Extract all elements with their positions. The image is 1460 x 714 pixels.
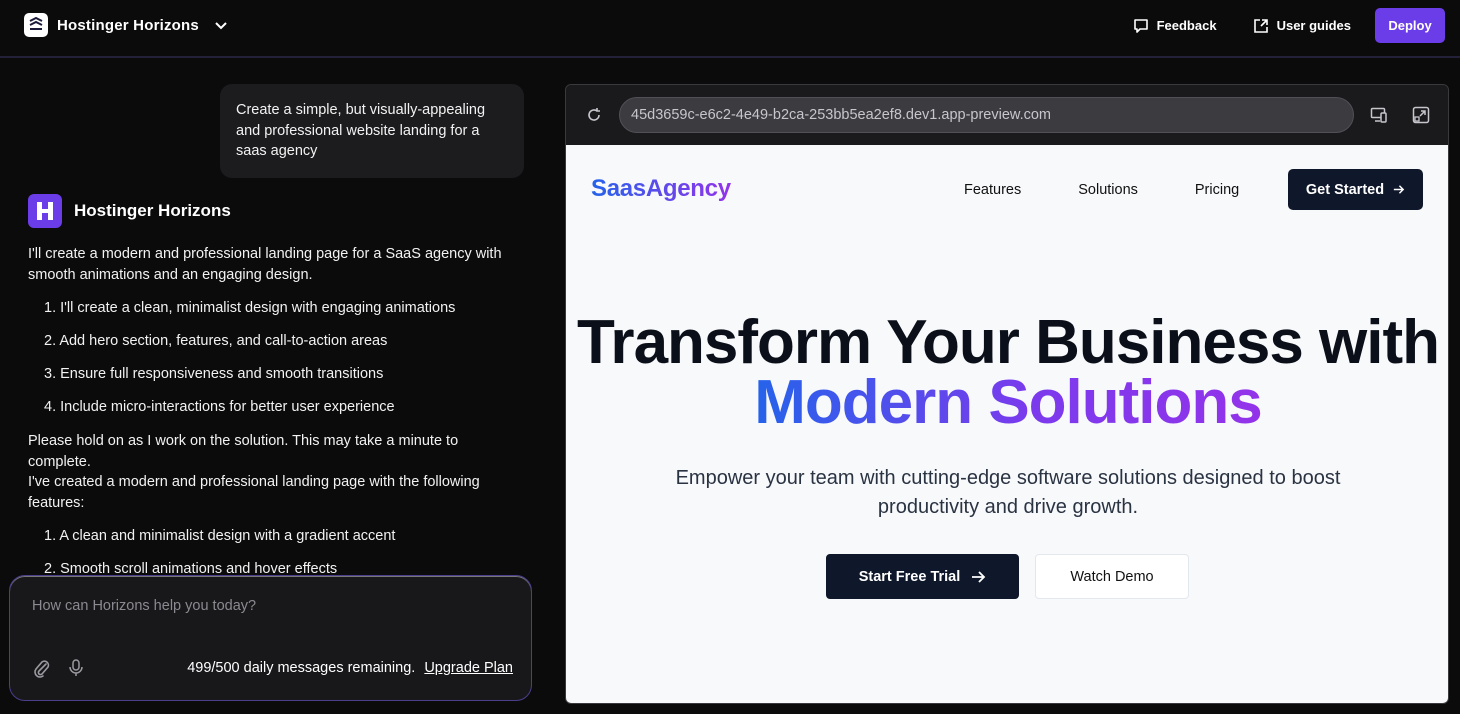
get-started-button[interactable]: Get Started [1288, 169, 1423, 210]
microphone-icon[interactable] [68, 658, 84, 678]
deploy-button[interactable]: Deploy [1375, 8, 1445, 43]
preview-url-field[interactable]: 45d3659c-e6c2-4e49-b2ca-253bb5ea2ef8.dev… [619, 97, 1354, 133]
chevron-down-icon [215, 22, 227, 30]
quota-text: 499/500 daily messages remaining. [187, 660, 416, 676]
site-preview: SaasAgency Features Solutions Pricing Ge… [566, 145, 1448, 703]
app-name: Hostinger Horizons [57, 16, 199, 34]
plan-list: 1. I'll create a clean, minimalist desig… [28, 298, 508, 430]
top-bar: Hostinger Horizons Feedback User guides … [0, 0, 1460, 58]
get-started-label: Get Started [1305, 181, 1385, 198]
list-item: 4. Include micro-interactions for better… [44, 399, 395, 415]
user-message: Create a simple, but visually-appealing … [220, 84, 524, 178]
workspace-switcher[interactable]: Hostinger Horizons [24, 13, 228, 37]
upgrade-plan-link[interactable]: Upgrade Plan [424, 660, 513, 676]
preview-panel: 45d3659c-e6c2-4e49-b2ca-253bb5ea2ef8.dev… [565, 84, 1449, 704]
feedback-label: Feedback [1156, 18, 1217, 33]
hold-on-message: Please hold on as I work on the solution… [28, 433, 459, 470]
user-guides-link[interactable]: User guides [1253, 18, 1351, 34]
hostinger-logo-icon [28, 194, 62, 228]
assistant-header: Hostinger Horizons [28, 194, 231, 228]
start-free-trial-label: Start Free Trial [858, 568, 961, 585]
message-input[interactable] [32, 598, 502, 614]
open-in-new-window-icon[interactable] [1412, 106, 1430, 124]
hero-line-2: Modern Solutions [754, 368, 1263, 437]
arrow-right-icon [1393, 185, 1405, 194]
nav-link-solutions[interactable]: Solutions [1078, 182, 1138, 198]
list-item: 2. Add hero section, features, and call-… [44, 333, 388, 349]
created-message: I've created a modern and professional l… [28, 474, 480, 511]
assistant-intro: I'll create a modern and professional la… [28, 246, 502, 283]
external-link-icon [1253, 18, 1268, 33]
nav-link-features[interactable]: Features [964, 182, 1021, 198]
list-item: 1. A clean and minimalist design with a … [44, 528, 396, 544]
list-item: 1. I'll create a clean, minimalist desig… [44, 300, 456, 316]
responsive-devices-icon[interactable] [1370, 106, 1388, 124]
nav-link-pricing[interactable]: Pricing [1195, 182, 1239, 198]
paperclip-icon[interactable] [32, 658, 52, 678]
hero-line-1: Transform Your Business with [576, 308, 1440, 377]
user-guides-label: User guides [1276, 18, 1351, 33]
horizons-logo-icon [24, 13, 48, 37]
watch-demo-button[interactable]: Watch Demo [1035, 554, 1189, 599]
start-free-trial-button[interactable]: Start Free Trial [826, 554, 1019, 599]
message-composer: 499/500 daily messages remaining. Upgrad… [9, 575, 532, 701]
hero-title: Transform Your Business with Modern Solu… [566, 312, 1448, 437]
reload-icon[interactable] [586, 107, 602, 123]
feedback-button[interactable]: Feedback [1133, 18, 1217, 34]
site-nav: Features Solutions Pricing [964, 182, 1296, 198]
message-quota: 499/500 daily messages remaining. Upgrad… [187, 660, 513, 676]
chat-bubble-icon [1133, 18, 1148, 33]
list-item: 3. Ensure full responsiveness and smooth… [44, 366, 384, 382]
site-logo[interactable]: SaasAgency [591, 175, 731, 203]
assistant-name: Hostinger Horizons [74, 201, 231, 220]
preview-toolbar: 45d3659c-e6c2-4e49-b2ca-253bb5ea2ef8.dev… [566, 85, 1448, 145]
hero-subtitle: Empower your team with cutting-edge soft… [675, 467, 1341, 518]
arrow-right-icon [972, 570, 986, 583]
